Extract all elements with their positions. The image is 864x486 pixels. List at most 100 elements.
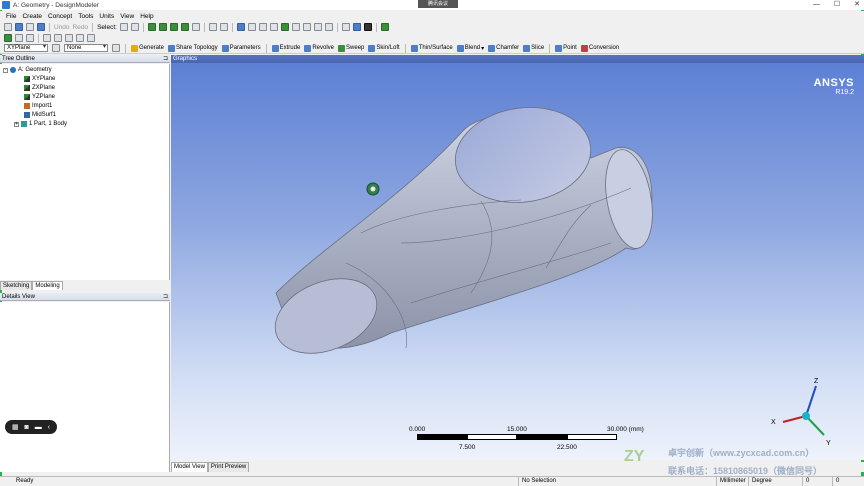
sketch-combo[interactable]: None — [64, 44, 108, 52]
tab-modeling[interactable]: Modeling — [32, 281, 63, 290]
tab-print-preview[interactable]: Print Preview — [207, 462, 250, 472]
model-geometry[interactable]: Z X Y — [171, 63, 864, 460]
thin-surface-button[interactable]: Thin/Surface — [410, 44, 453, 52]
pin-icon[interactable]: ⊐ — [163, 293, 168, 301]
new-sketch-icon[interactable] — [26, 34, 34, 42]
point-icon — [555, 44, 563, 52]
loft-icon — [368, 44, 376, 52]
display-plane-icon[interactable] — [341, 23, 350, 31]
arc-tool-icon[interactable] — [87, 34, 95, 42]
extend-select-icon[interactable] — [191, 23, 200, 31]
tree-item-midsurf1[interactable]: MidSurf1 — [24, 111, 56, 119]
chat-icon[interactable]: ▬ — [35, 424, 42, 431]
tree-item-zxplane[interactable]: ZXPlane — [24, 84, 55, 92]
menu-concept[interactable]: Concept — [48, 13, 72, 20]
tree-outline-header: Tree Outline ⊐ — [0, 55, 170, 63]
separator — [404, 43, 406, 53]
conversion-button[interactable]: Conversion — [580, 44, 619, 52]
collapse-arrow-icon[interactable]: ‹ — [48, 424, 50, 431]
new-sketch-icon-2[interactable] — [112, 44, 120, 52]
tree-item-xyplane[interactable]: XYPlane — [24, 75, 55, 83]
separator — [336, 22, 338, 32]
select-mode-icon[interactable] — [119, 23, 128, 31]
undo-button[interactable]: Undo — [54, 24, 70, 31]
extrude-button[interactable]: Extrude — [271, 44, 300, 52]
blend-button[interactable]: Blend ▾ — [456, 44, 484, 52]
edge-select-icon[interactable] — [158, 23, 167, 31]
point-tool-icon[interactable] — [76, 34, 84, 42]
expand-icon[interactable]: + — [14, 121, 19, 127]
sweep-button[interactable]: Sweep — [338, 44, 364, 52]
tree-item-import1[interactable]: Import1 — [24, 102, 52, 110]
display-model-icon[interactable] — [352, 23, 361, 31]
slice-button[interactable]: Slice — [523, 44, 544, 52]
point-select-icon[interactable] — [147, 23, 156, 31]
look-at-icon[interactable] — [380, 23, 389, 31]
menu-units[interactable]: Units — [99, 13, 114, 20]
redo-button[interactable]: Redo — [73, 24, 89, 31]
box-select-icon[interactable] — [208, 23, 217, 31]
status-angle[interactable]: Degree — [748, 477, 802, 486]
tree-item-parts[interactable]: + 1 Part, 1 Body — [14, 120, 67, 128]
face-select-icon[interactable] — [169, 23, 178, 31]
rotate-icon[interactable] — [236, 23, 245, 31]
display-point-icon[interactable] — [363, 23, 372, 31]
tab-sketching[interactable]: Sketching — [0, 281, 33, 290]
dimension-tool-icon[interactable] — [54, 34, 62, 42]
generate-button[interactable]: Generate — [131, 44, 164, 52]
plane-dropdown-icon[interactable] — [15, 34, 23, 42]
menu-tools[interactable]: Tools — [78, 13, 93, 20]
screenshot-icon[interactable] — [37, 23, 45, 31]
meeting-indicator[interactable]: 腾讯会议 — [418, 0, 458, 8]
scale-segment-3 — [517, 434, 567, 440]
body-select-icon[interactable] — [180, 23, 189, 31]
menu-create[interactable]: Create — [22, 13, 42, 20]
menu-view[interactable]: View — [120, 13, 134, 20]
graphics-viewport[interactable]: ANSYS R19.2 Z X Y 0.000 15.000 30.000 (m… — [171, 63, 864, 460]
parameters-button[interactable]: Parameters — [221, 44, 261, 52]
axis-triad[interactable]: Z X Y — [771, 378, 831, 447]
close-icon[interactable]: ✕ — [854, 0, 860, 10]
box-zoom-icon[interactable] — [269, 23, 278, 31]
menu-file[interactable]: File — [6, 13, 16, 20]
chamfer-button[interactable]: Chamfer — [488, 44, 519, 52]
separator — [142, 22, 144, 32]
line-tool-icon[interactable] — [43, 34, 51, 42]
isometric-icon[interactable] — [324, 23, 333, 31]
separator — [265, 43, 267, 53]
status-unit[interactable]: Millimeter — [716, 477, 748, 486]
previous-view-icon[interactable] — [302, 23, 311, 31]
constraint-tool-icon[interactable] — [65, 34, 73, 42]
pin-icon[interactable]: ⊐ — [163, 55, 168, 63]
camera-icon[interactable]: ◙ — [25, 424, 29, 431]
plane-options-icon[interactable] — [52, 44, 60, 52]
menu-help[interactable]: Help — [140, 13, 153, 20]
plane-combo[interactable]: XYPlane — [4, 44, 48, 52]
new-plane-icon[interactable] — [4, 34, 12, 42]
paint-select-icon[interactable] — [219, 23, 228, 31]
new-icon[interactable] — [4, 23, 12, 31]
zoom-fit-icon[interactable] — [280, 23, 289, 31]
tree-item-yzplane[interactable]: YZPlane — [24, 93, 55, 101]
tree-root[interactable]: - A: Geometry — [3, 66, 52, 74]
collapse-icon[interactable]: - — [3, 67, 8, 73]
magnifier-icon[interactable] — [291, 23, 300, 31]
scale-label-start: 0.000 — [409, 426, 426, 433]
zoom-icon[interactable] — [258, 23, 267, 31]
graphics-header: Graphics — [171, 55, 864, 63]
select-filter-icon[interactable] — [130, 23, 139, 31]
share-topology-button[interactable]: Share Topology — [168, 44, 218, 52]
tab-model-view[interactable]: Model View — [171, 462, 208, 472]
export-icon[interactable] — [26, 23, 34, 31]
sketch-toolbar — [0, 33, 864, 43]
maximize-icon[interactable]: ☐ — [834, 0, 840, 10]
save-icon[interactable] — [15, 23, 23, 31]
point-button[interactable]: Point — [555, 44, 577, 52]
scale-label-mid: 15.000 — [507, 426, 527, 433]
next-view-icon[interactable] — [313, 23, 322, 31]
minimize-icon[interactable]: — — [813, 0, 820, 10]
pan-icon[interactable] — [247, 23, 256, 31]
revolve-button[interactable]: Revolve — [304, 44, 334, 52]
skin-loft-button[interactable]: Skin/Loft — [368, 44, 400, 52]
grid-icon[interactable]: ▦ — [12, 423, 19, 431]
